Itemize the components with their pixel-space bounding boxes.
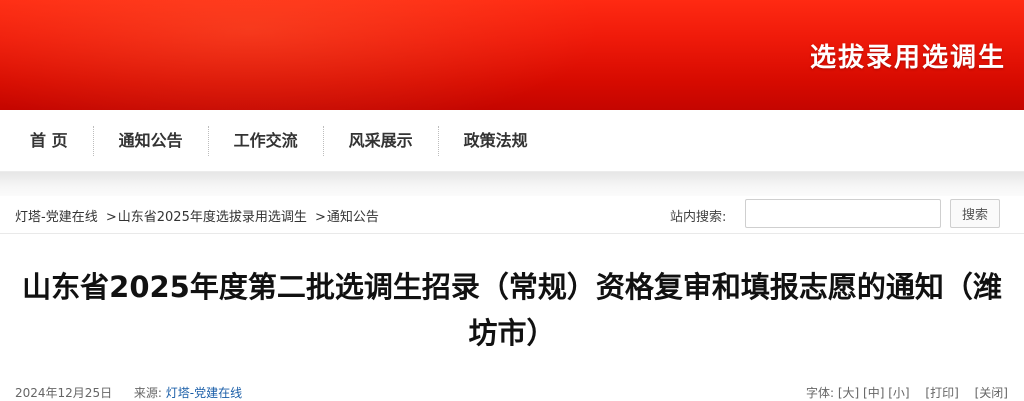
print-button[interactable]: [打印]	[925, 386, 958, 400]
font-small-button[interactable]: [小]	[888, 386, 909, 400]
main-nav: 首 页 通知公告 工作交流 风采展示 政策法规	[0, 110, 1024, 172]
font-large-button[interactable]: [大]	[838, 386, 859, 400]
breadcrumb-separator: >	[314, 210, 326, 225]
nav-item-notices[interactable]: 通知公告	[94, 125, 209, 156]
breadcrumb-item-section[interactable]: 山东省2025年度选拔录用选调生	[118, 210, 307, 225]
breadcrumb-bar: 灯塔-党建在线 >山东省2025年度选拔录用选调生 >通知公告 站内搜索: 搜索	[0, 196, 1024, 234]
breadcrumb-separator: >	[105, 210, 117, 225]
site-title: 选拔录用选调生	[809, 43, 1006, 73]
font-medium-button[interactable]: [中]	[863, 386, 884, 400]
site-header-banner: 选拔录用选调生	[0, 0, 1024, 110]
nav-shadow-band	[0, 172, 1024, 196]
article-meta: 2024年12月25日 来源: 灯塔-党建在线	[15, 384, 242, 401]
nav-item-home[interactable]: 首 页	[0, 125, 94, 156]
publish-date: 2024年12月25日	[15, 386, 113, 400]
nav-item-work-exchange[interactable]: 工作交流	[209, 125, 324, 156]
nav-item-showcase[interactable]: 风采展示	[324, 125, 439, 156]
search-label: 站内搜索:	[670, 210, 727, 225]
breadcrumb-item-home[interactable]: 灯塔-党建在线	[15, 210, 98, 225]
search-input[interactable]	[745, 199, 941, 228]
breadcrumb: 灯塔-党建在线 >山东省2025年度选拔录用选调生 >通知公告	[15, 206, 379, 225]
font-size-label: 字体:	[805, 386, 834, 400]
search-button[interactable]: 搜索	[950, 199, 1000, 228]
source-link[interactable]: 灯塔-党建在线	[166, 386, 242, 400]
source-label: 来源:	[133, 386, 162, 400]
breadcrumb-item-category[interactable]: 通知公告	[327, 210, 379, 225]
nav-item-policies[interactable]: 政策法规	[439, 126, 553, 156]
close-button[interactable]: [关闭]	[975, 386, 1008, 400]
article-title: 山东省2025年度第二批选调生招录（常规）资格复审和填报志愿的通知（潍坊市）	[22, 270, 1002, 350]
article-tools: 字体: [大] [中] [小] [打印] [关闭]	[806, 384, 1008, 401]
banner-glow	[0, 0, 600, 110]
